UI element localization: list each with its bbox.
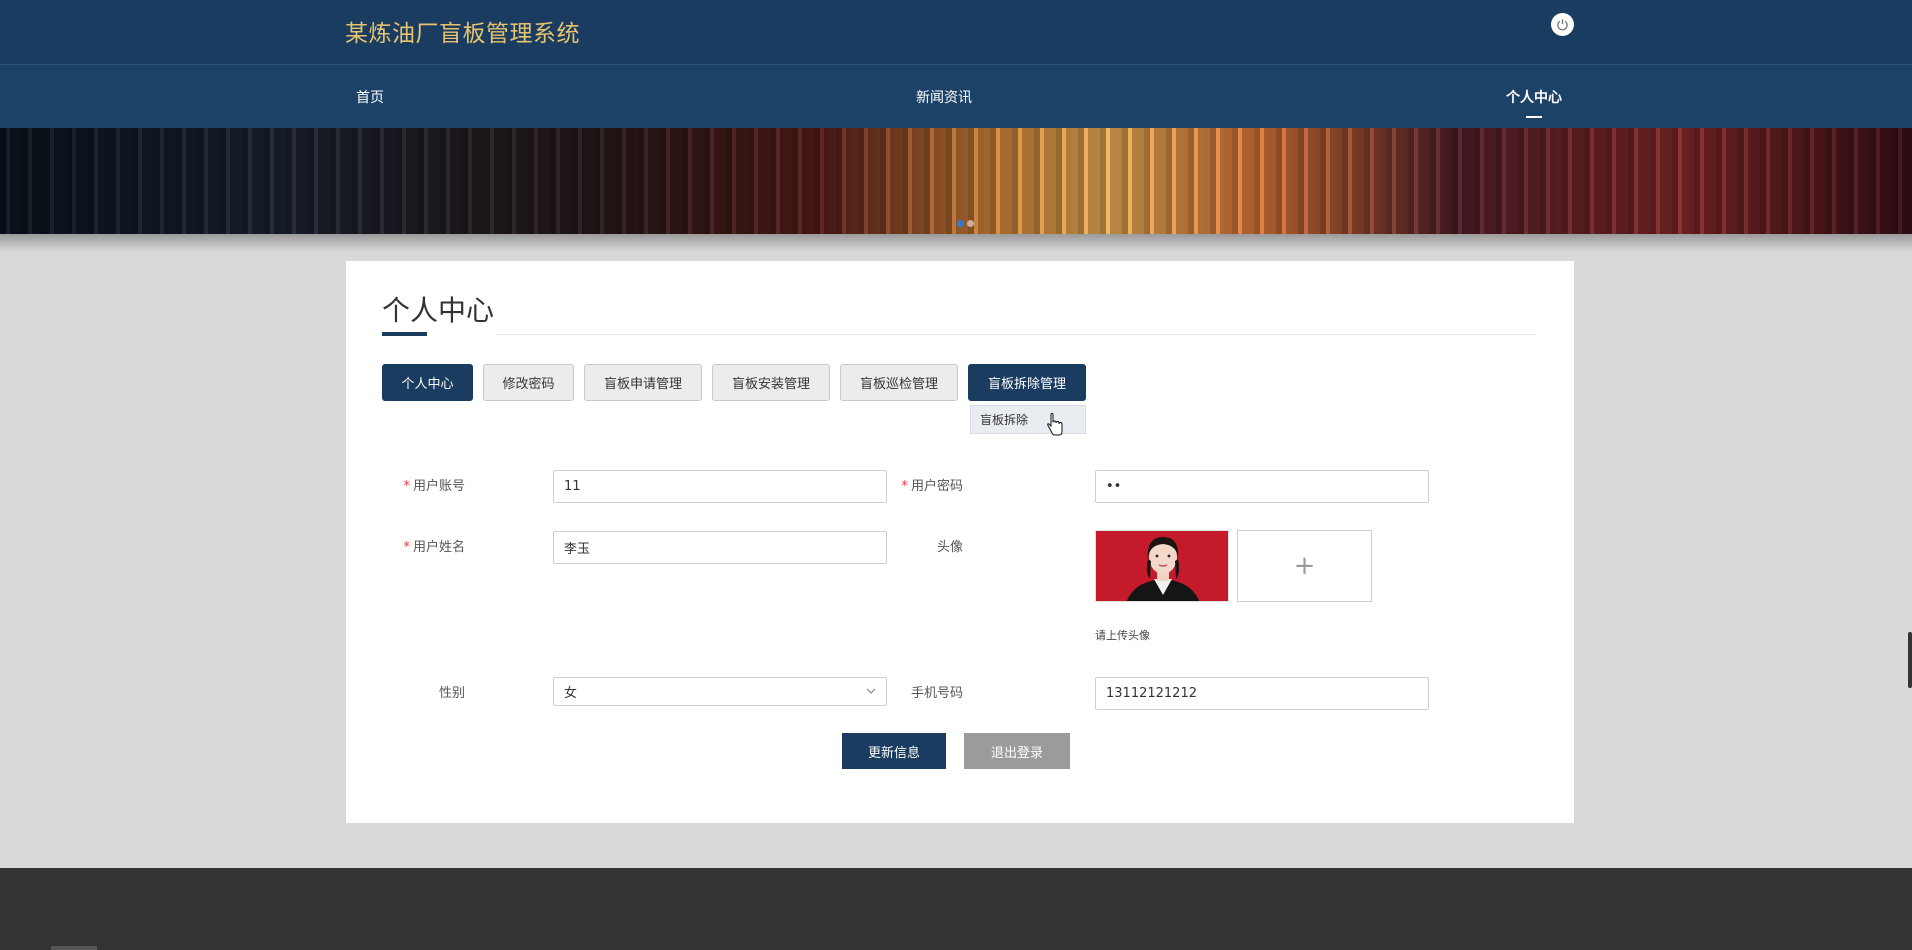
tab-personal-center[interactable]: 个人中心 — [382, 364, 473, 401]
account-label: * 用户账号 — [403, 479, 465, 494]
nav-active-indicator — [1526, 116, 1542, 118]
password-label: * 用户密码 — [901, 479, 963, 494]
plus-icon: + — [1293, 551, 1316, 581]
app-title: 某炼油厂盲板管理系统 — [345, 21, 580, 47]
avatar-upload-button[interactable]: + — [1237, 530, 1372, 602]
account-input[interactable]: 11 — [553, 470, 887, 503]
name-input[interactable]: 李玉 — [553, 531, 887, 564]
top-header: 某炼油厂盲板管理系统 — [0, 0, 1912, 64]
main-nav: 首页 新闻资讯 个人中心 — [0, 64, 1912, 128]
password-input[interactable]: •• — [1095, 470, 1429, 503]
power-button[interactable] — [1551, 13, 1574, 36]
nav-item-personal-center[interactable]: 个人中心 — [1506, 87, 1562, 107]
avatar-image[interactable] — [1095, 530, 1229, 602]
phone-input[interactable]: 13112121212 — [1095, 677, 1429, 710]
power-icon — [1557, 19, 1568, 31]
nav-item-news[interactable]: 新闻资讯 — [916, 87, 972, 107]
gender-label: 性别 — [438, 686, 465, 701]
nav-item-home[interactable]: 首页 — [356, 87, 384, 107]
page-footer — [0, 868, 1912, 950]
logout-button[interactable]: 退出登录 — [964, 733, 1070, 769]
banner-carousel — [0, 128, 1912, 234]
tab-change-password[interactable]: 修改密码 — [483, 364, 574, 401]
tab-blind-plate-application[interactable]: 盲板申请管理 — [584, 364, 702, 401]
phone-label: 手机号码 — [910, 686, 963, 701]
gender-select[interactable]: 女 — [553, 677, 887, 706]
tab-blind-plate-installation[interactable]: 盲板安装管理 — [712, 364, 830, 401]
page-title: 个人中心 — [382, 294, 495, 327]
title-divider — [496, 334, 1536, 335]
avatar-label: 头像 — [936, 540, 963, 555]
avatar-upload-hint: 请上传头像 — [1095, 629, 1150, 642]
personal-center-card: 个人中心 个人中心 修改密码 盲板申请管理 盲板安装管理 盲板巡检管理 盲板拆除… — [346, 261, 1574, 823]
banner-shadow — [0, 234, 1912, 252]
title-accent — [382, 332, 427, 336]
carousel-dot[interactable] — [967, 220, 974, 227]
carousel-dot[interactable] — [957, 220, 964, 227]
footer-decoration — [51, 946, 97, 950]
dropdown-item-blind-plate-removal[interactable]: 盲板拆除 — [970, 405, 1086, 434]
update-info-button[interactable]: 更新信息 — [842, 733, 946, 769]
scrollbar-handle[interactable] — [1908, 632, 1912, 688]
avatar-portrait — [1096, 531, 1228, 601]
name-label: * 用户姓名 — [403, 540, 465, 555]
hand-cursor-icon — [1047, 413, 1063, 436]
tab-blind-plate-removal[interactable]: 盲板拆除管理 — [968, 364, 1086, 401]
gender-selected-value: 女 — [564, 686, 578, 701]
tab-blind-plate-inspection[interactable]: 盲板巡检管理 — [840, 364, 958, 401]
